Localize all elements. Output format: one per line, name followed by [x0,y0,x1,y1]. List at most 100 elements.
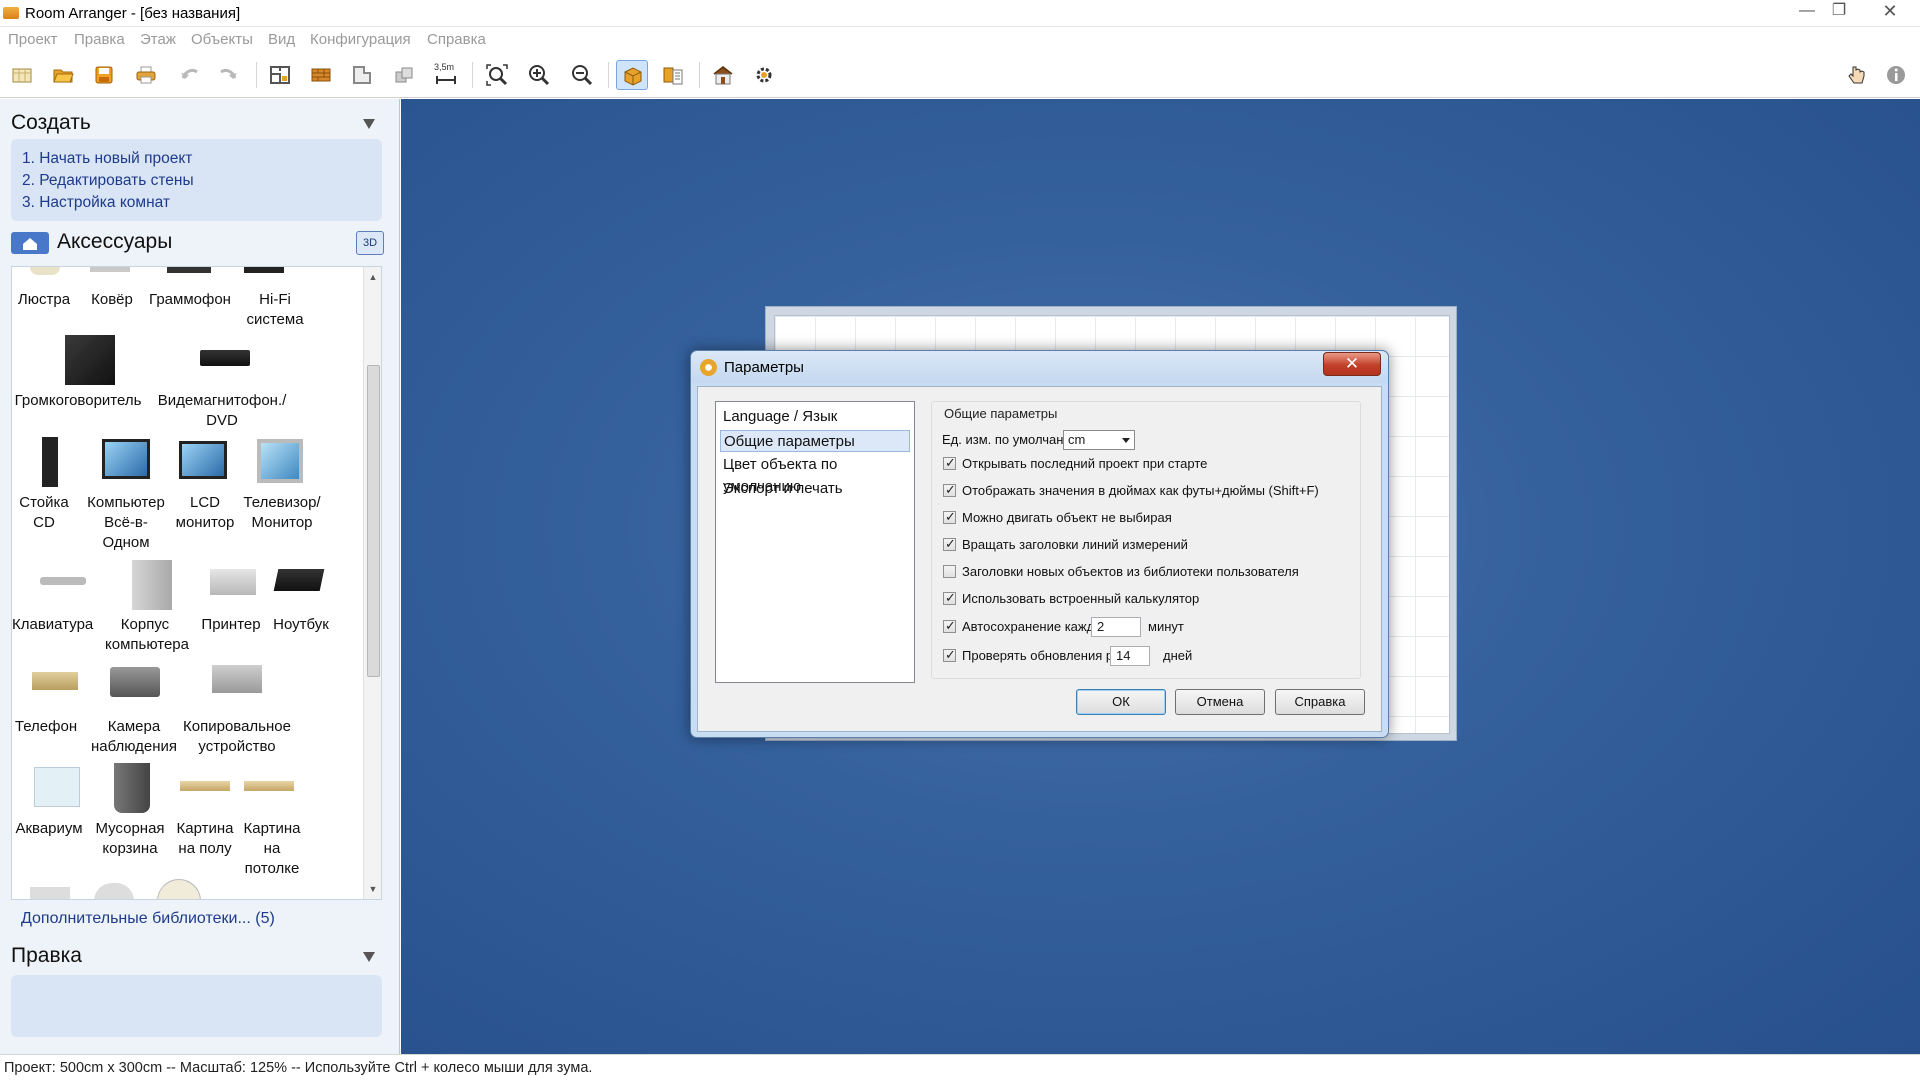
move-without-select-checkbox[interactable] [943,509,956,525]
update-days-input[interactable]: 14 [1110,646,1150,666]
feet-inches-checkbox[interactable] [943,482,956,498]
category-language[interactable]: Language / Язык [720,406,910,428]
zoom-fit-icon [486,64,508,86]
list-item[interactable]: Мусорная корзина [94,819,166,859]
list-item[interactable]: Ноутбук [265,615,337,635]
more-libraries-link[interactable]: Дополнительные библиотеки... (5) [21,910,275,928]
settings-button[interactable] [748,60,780,90]
list-item[interactable]: Hi-Fi система [240,290,310,330]
menu-help[interactable]: Справка [427,31,486,48]
builtin-calculator-checkbox[interactable] [943,590,956,606]
zoom-out-button[interactable] [566,60,598,90]
check-updates-checkbox[interactable] [943,647,956,663]
list-item[interactable]: Картина на потолке [237,819,307,879]
step-new-project-link[interactable]: 1. Начать новый проект [22,150,192,168]
collapse-edit-icon[interactable] [362,951,376,963]
printer-icon [136,66,156,84]
gear-icon [756,67,772,83]
list-item[interactable]: Клавиатура [12,615,93,635]
edit-title: Правка [11,944,82,967]
step-room-setup-link[interactable]: 3. Настройка комнат [22,194,170,212]
menu-view[interactable]: Вид [268,31,295,48]
new-project-button[interactable] [6,60,38,90]
list-item[interactable]: Картина на полу [173,819,237,859]
tv-thumb [257,439,303,483]
menu-project[interactable]: Проект [8,31,57,48]
dialog-titlebar[interactable]: Параметры ✕ [691,351,1388,383]
ok-button[interactable]: ОК [1076,689,1166,715]
dialog-close-button[interactable]: ✕ [1323,352,1381,376]
menu-configuration[interactable]: Конфигурация [310,31,411,48]
vcr-thumb [200,350,250,366]
edit-walls-button[interactable] [264,60,296,90]
redo-icon [220,68,237,79]
autosave-checkbox[interactable] [943,618,956,634]
accessories-list: Люстра Ковёр Граммофон Hi-Fi система Гро… [11,266,382,900]
maximize-button[interactable]: ❐ [1822,0,1856,24]
toolbar-separator [699,62,700,88]
minimize-button[interactable]: — [1790,0,1824,24]
list-item[interactable]: Корпус компьютера [105,615,189,655]
help-button[interactable]: Справка [1275,689,1365,715]
list-item[interactable]: Громкоговоритель [12,391,144,411]
scroll-up-icon[interactable]: ▲ [368,272,378,282]
category-export-print[interactable]: Экспорт и печать [720,478,910,500]
measure-button[interactable]: 3,5m [430,60,462,90]
undo-button[interactable] [173,60,205,90]
menu-floor[interactable]: Этаж [140,31,176,48]
list-item[interactable]: Люстра [14,290,74,310]
open-last-project-checkbox[interactable] [943,455,956,471]
create-title: Создать [11,111,91,134]
print-button[interactable] [130,60,162,90]
collapse-create-icon[interactable] [362,118,376,130]
accessories-scrollbar[interactable]: ▲ ▼ [363,267,381,899]
category-default-color[interactable]: Цвет объекта по умолчанию [720,454,910,495]
save-button[interactable] [88,60,120,90]
open-button[interactable] [47,60,79,90]
zoom-fit-button[interactable] [481,60,513,90]
3d-house-button[interactable] [707,60,739,90]
list-item[interactable]: Граммофон [145,290,235,310]
accessories-title: Аксессуары [57,230,173,253]
unit-select[interactable]: cm [1063,430,1135,450]
hand-pointer-icon [1848,66,1865,84]
step-edit-walls-link[interactable]: 2. Редактировать стены [22,172,194,190]
menu-edit[interactable]: Правка [74,31,125,48]
list-item[interactable]: Телевизор/ Монитор [242,493,322,533]
autosave-label: Автосохранение каждые [962,619,1111,634]
scroll-thumb[interactable] [367,365,380,677]
list-item[interactable]: Телефон [14,717,78,737]
3d-view-toggle[interactable]: 3D [356,231,384,255]
rotate-dimension-labels-checkbox[interactable] [943,536,956,552]
room-shape-button[interactable] [346,60,378,90]
object-group-button[interactable] [388,60,420,90]
list-item[interactable]: LCD монитор [170,493,240,533]
list-item[interactable]: Камера наблюдения [90,717,178,757]
menu-objects[interactable]: Объекты [191,31,253,48]
user-library-titles-checkbox[interactable] [943,565,956,578]
list-item[interactable]: Компьютер Всё-в-Одном [87,493,165,553]
close-button[interactable]: ✕ [1870,0,1910,24]
redo-button[interactable] [213,60,245,90]
partial-thumb [30,887,70,899]
object-list-button[interactable] [657,60,689,90]
list-item[interactable]: Видемагнитофон./ DVD [152,391,292,431]
list-item[interactable]: Копировальное устройство [177,717,297,757]
scroll-down-icon[interactable]: ▼ [368,884,378,894]
object-view-button[interactable] [616,60,648,90]
list-item[interactable]: Принтер [195,615,267,635]
ceiling-picture-thumb [244,781,294,791]
wall-brick-button[interactable] [305,60,337,90]
autosave-minutes-input[interactable]: 2 [1091,617,1141,637]
list-item[interactable]: Ковёр [82,290,142,310]
list-item[interactable]: Аквариум [12,819,86,839]
cancel-button[interactable]: Отмена [1175,689,1265,715]
hand-tool-button[interactable] [1840,60,1872,90]
list-item[interactable]: Стойка CD [14,493,74,533]
info-button[interactable] [1880,60,1912,90]
general-settings-group: Общие параметры Ед. изм. по умолчанию: c… [931,401,1361,679]
object-group-icon [395,67,413,83]
category-general[interactable]: Общие параметры [720,430,910,452]
library-home-button[interactable] [11,232,49,254]
zoom-in-button[interactable] [523,60,555,90]
